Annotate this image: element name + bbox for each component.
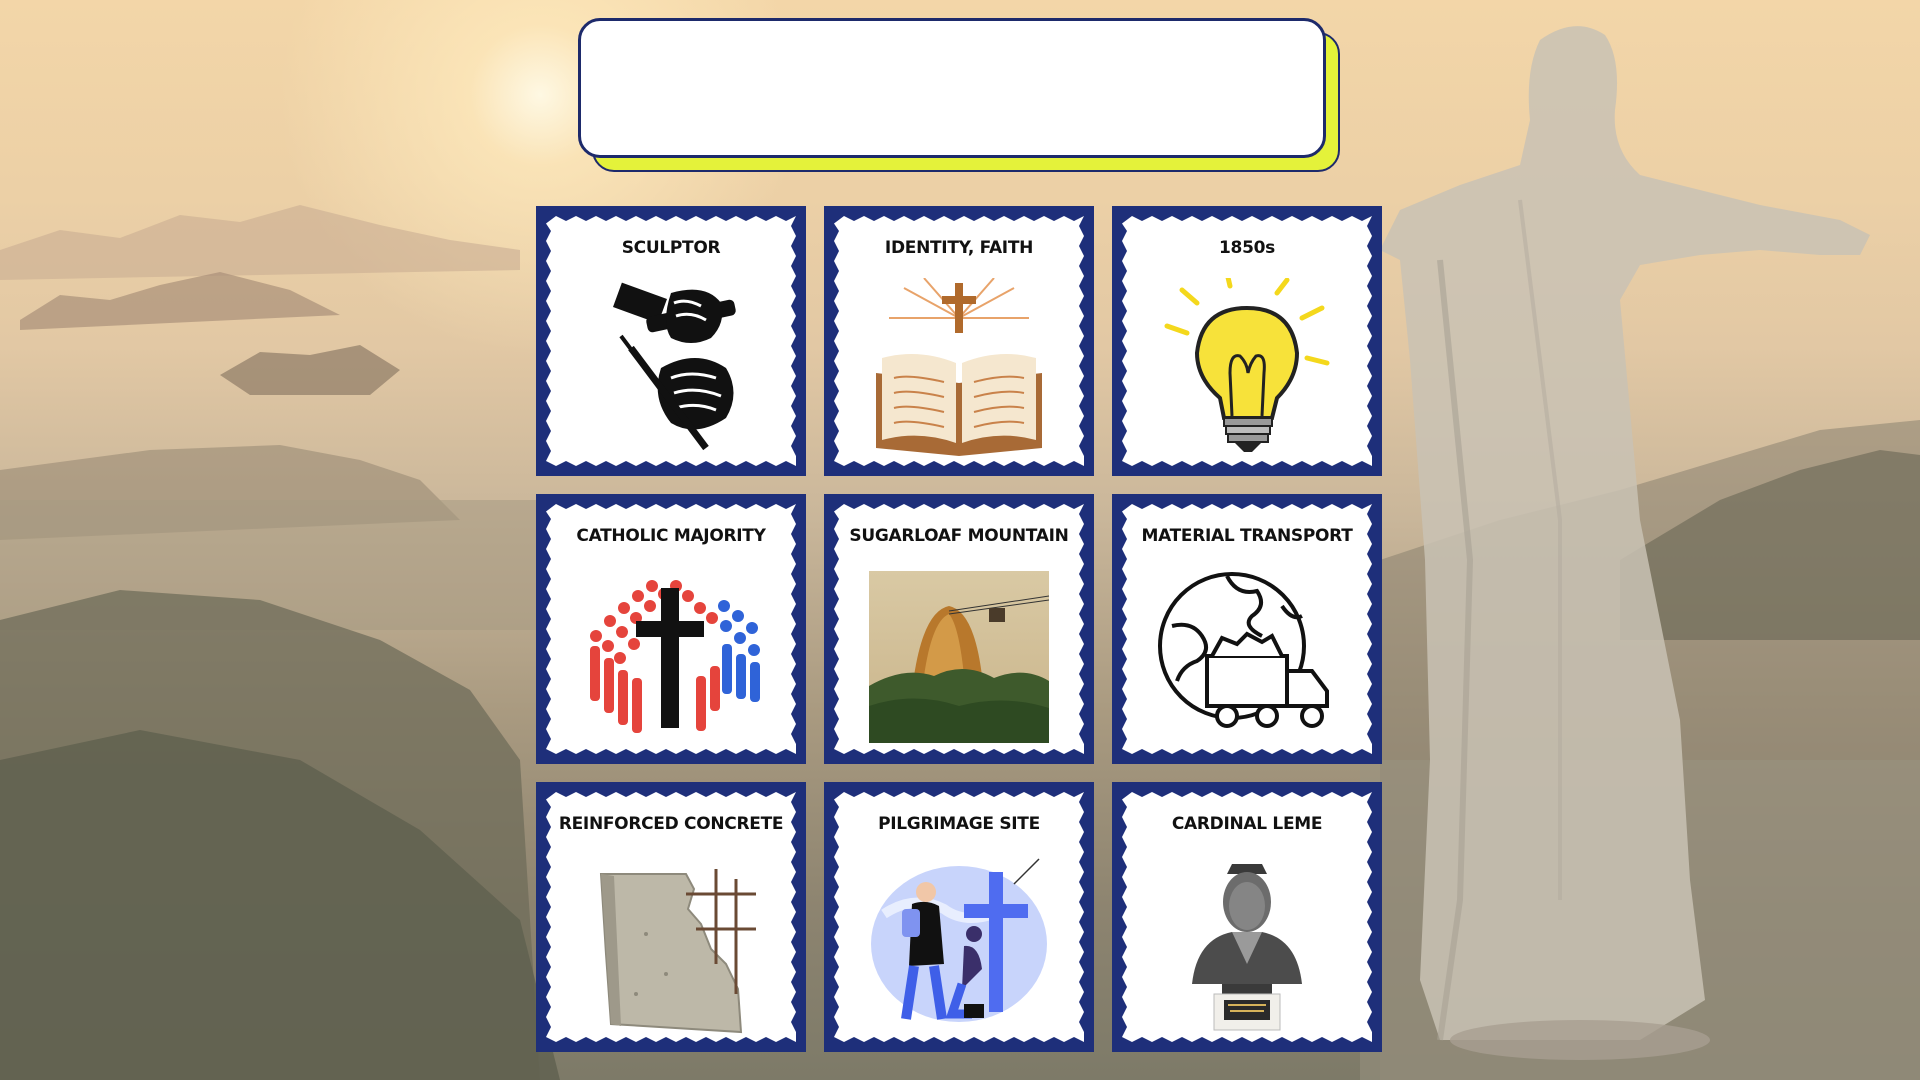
- card-label: REINFORCED CONCRETE: [558, 814, 784, 834]
- card-catholic-majority[interactable]: CATHOLIC MAJORITY: [536, 494, 806, 764]
- card-face: 1850s: [1122, 216, 1372, 466]
- card-face: MATERIAL TRANSPORT: [1122, 504, 1372, 754]
- card-face: PILGRIMAGE SITE: [834, 792, 1084, 1042]
- card-cardinal-leme[interactable]: CARDINAL LEME: [1112, 782, 1382, 1052]
- card-sugarloaf-mountain[interactable]: SUGARLOAF MOUNTAIN: [824, 494, 1094, 764]
- card-label: CATHOLIC MAJORITY: [576, 526, 766, 546]
- sugarloaf-photo: [864, 566, 1054, 746]
- card-face: CARDINAL LEME: [1122, 792, 1372, 1042]
- chisel-hammer-icon: [576, 278, 766, 458]
- bible-cross-icon: [864, 278, 1054, 458]
- card-face: CATHOLIC MAJORITY: [546, 504, 796, 754]
- card-label: IDENTITY, FAITH: [884, 238, 1034, 258]
- title-box: [578, 18, 1340, 172]
- card-label: SCULPTOR: [621, 238, 721, 258]
- card-label: CARDINAL LEME: [1171, 814, 1323, 834]
- globe-truck-icon: [1152, 566, 1342, 746]
- pilgrims-icon: [864, 854, 1054, 1034]
- card-face: SUGARLOAF MOUNTAIN: [834, 504, 1084, 754]
- crowd-cross-icon: [576, 566, 766, 746]
- card-face: SCULPTOR: [546, 216, 796, 466]
- card-sculptor[interactable]: SCULPTOR: [536, 206, 806, 476]
- lightbulb-icon: [1152, 278, 1342, 458]
- card-pilgrimage-site[interactable]: PILGRIMAGE SITE: [824, 782, 1094, 1052]
- card-material-transport[interactable]: MATERIAL TRANSPORT: [1112, 494, 1382, 764]
- card-1850s[interactable]: 1850s: [1112, 206, 1382, 476]
- bust-statue-photo: [1152, 854, 1342, 1034]
- card-label: 1850s: [1219, 238, 1275, 258]
- title-box-face: [578, 18, 1326, 158]
- card-face: REINFORCED CONCRETE: [546, 792, 796, 1042]
- card-identity-faith[interactable]: IDENTITY, FAITH: [824, 206, 1094, 476]
- card-face: IDENTITY, FAITH: [834, 216, 1084, 466]
- concrete-wall-photo: [576, 854, 766, 1034]
- card-label: PILGRIMAGE SITE: [878, 814, 1040, 834]
- card-label: SUGARLOAF MOUNTAIN: [849, 526, 1069, 546]
- card-label: MATERIAL TRANSPORT: [1141, 526, 1353, 546]
- card-reinforced-concrete[interactable]: REINFORCED CONCRETE: [536, 782, 806, 1052]
